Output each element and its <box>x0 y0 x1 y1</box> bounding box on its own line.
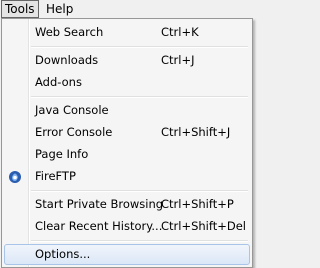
menu-separator <box>31 190 248 192</box>
menu-item-shortcut: Ctrl+Shift+P <box>161 197 234 211</box>
menu-item-label: FireFTP <box>35 169 76 183</box>
menu-item-label: Clear Recent History... <box>35 219 163 233</box>
menu-item-java-console[interactable]: Java Console <box>4 100 250 121</box>
menu-separator <box>31 240 248 242</box>
menu-item-label: Error Console <box>35 125 113 139</box>
menu-item-shortcut: Ctrl+Shift+J <box>161 125 231 139</box>
menu-item-shortcut: Ctrl+J <box>161 53 195 67</box>
menu-item-fireftp[interactable]: FireFTP <box>4 166 250 187</box>
menu-help[interactable]: Help <box>43 1 76 17</box>
menu-item-options[interactable]: Options... <box>4 244 250 265</box>
menu-item-shortcut: Ctrl+K <box>161 25 199 39</box>
tools-dropdown-menu: Web Search Ctrl+K Downloads Ctrl+J Add-o… <box>1 18 253 268</box>
menu-item-label: Web Search <box>35 25 104 39</box>
menu-separator <box>31 96 248 98</box>
menu-tools[interactable]: Tools <box>1 0 39 18</box>
menu-separator <box>31 46 248 48</box>
menu-item-shortcut: Ctrl+Shift+Del <box>161 219 246 233</box>
menu-item-start-private-browsing[interactable]: Start Private Browsing Ctrl+Shift+P <box>4 194 250 215</box>
fireftp-icon <box>7 168 23 184</box>
menu-item-page-info[interactable]: Page Info <box>4 144 250 165</box>
menu-bar: Tools Help <box>0 0 254 19</box>
menu-item-error-console[interactable]: Error Console Ctrl+Shift+J <box>4 122 250 143</box>
menu-item-clear-recent-history[interactable]: Clear Recent History... Ctrl+Shift+Del <box>4 216 250 237</box>
menu-item-label: Java Console <box>35 103 109 117</box>
menu-item-label: Options... <box>35 247 91 261</box>
menu-item-web-search[interactable]: Web Search Ctrl+K <box>4 22 250 43</box>
menu-item-label: Page Info <box>35 147 89 161</box>
menu-item-label: Start Private Browsing <box>35 197 164 211</box>
menu-item-label: Downloads <box>35 53 99 67</box>
menu-item-add-ons[interactable]: Add-ons <box>4 72 250 93</box>
menu-item-label: Add-ons <box>35 75 82 89</box>
menu-item-downloads[interactable]: Downloads Ctrl+J <box>4 50 250 71</box>
